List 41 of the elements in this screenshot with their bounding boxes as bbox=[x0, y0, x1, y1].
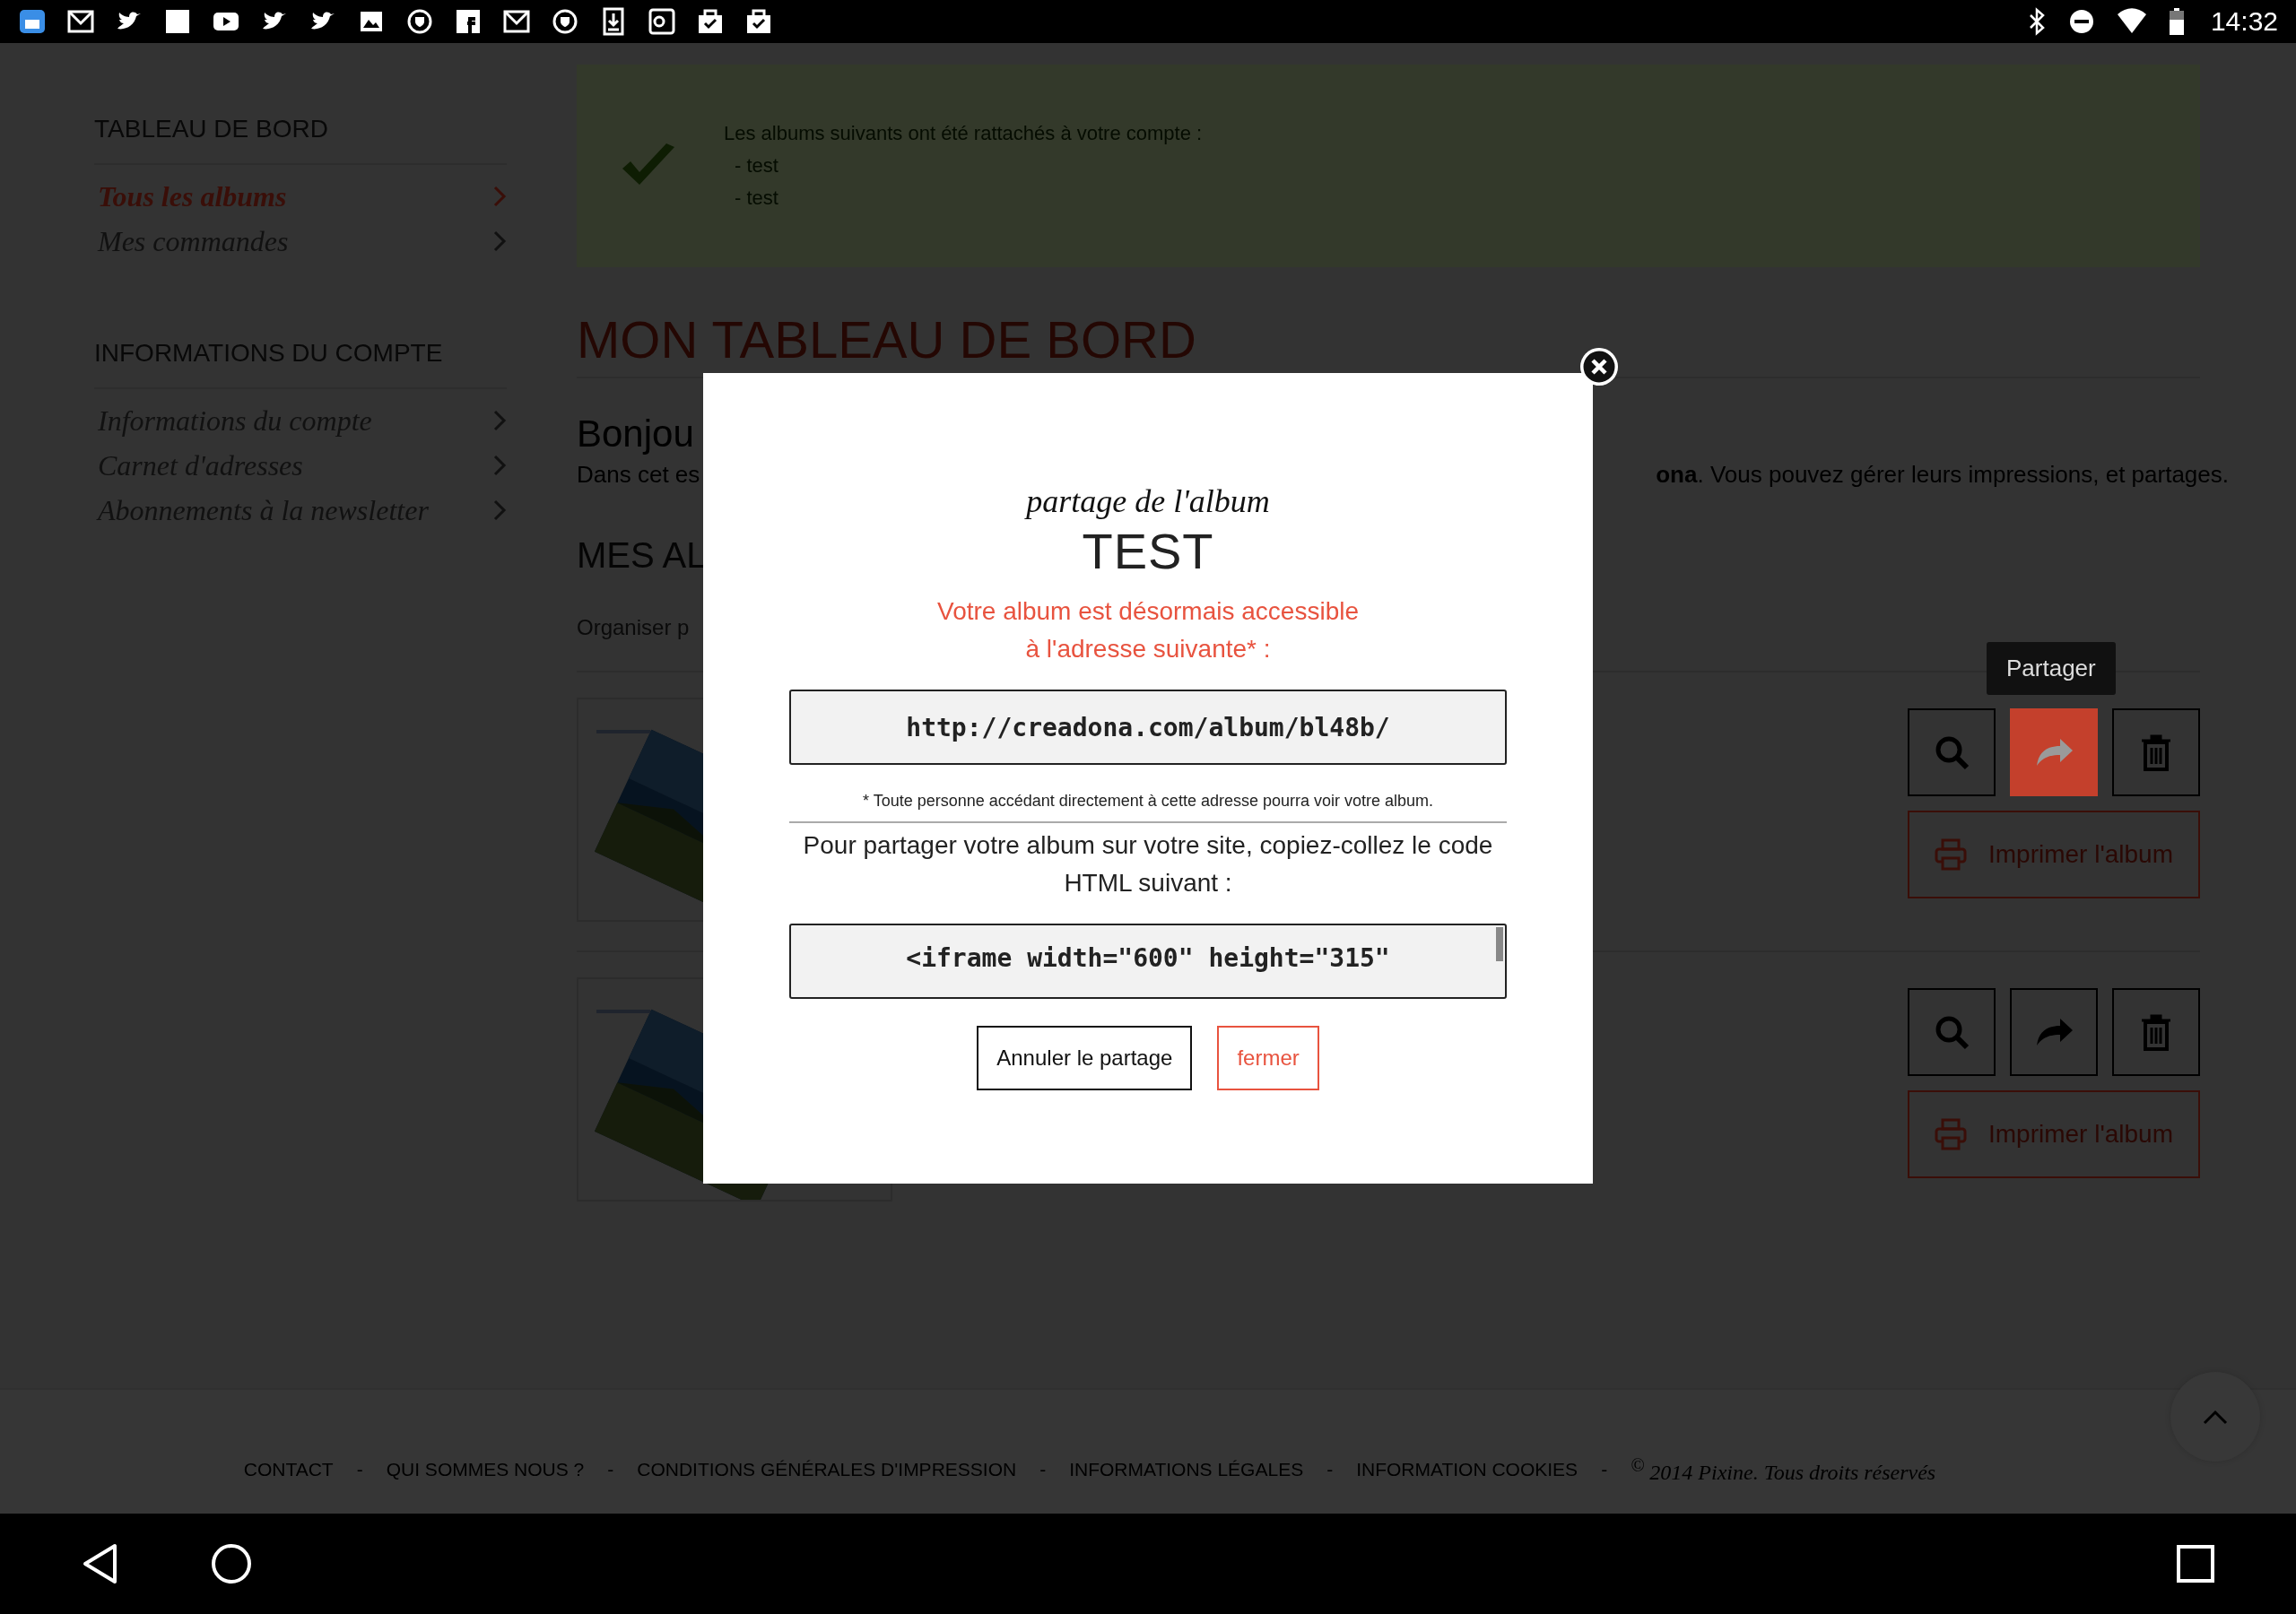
separator: - bbox=[1039, 1459, 1047, 1480]
delete-button[interactable] bbox=[2112, 708, 2200, 796]
share-button[interactable] bbox=[2010, 708, 2098, 796]
chevron-icon bbox=[492, 454, 507, 477]
chevron-icon bbox=[492, 499, 507, 522]
separator: - bbox=[607, 1459, 614, 1480]
close-button[interactable]: fermer bbox=[1217, 1026, 1319, 1090]
cancel-share-button[interactable]: Annuler le partage bbox=[977, 1026, 1193, 1090]
shield-icon bbox=[551, 7, 579, 36]
embed-instructions: Pour partager votre album sur votre site, copiez-collez le code HTML suivant : bbox=[802, 830, 1494, 898]
battery-icon bbox=[2167, 7, 2186, 36]
clock-time: 14:32 bbox=[2210, 6, 2278, 37]
tooltip: Partager bbox=[1987, 642, 2116, 695]
footnote: * Toute personne accédant directement à cette adresse pourra voir votre album. bbox=[789, 792, 1507, 823]
separator: - bbox=[1326, 1459, 1334, 1480]
separator: - bbox=[1601, 1459, 1608, 1480]
bag-icon bbox=[744, 7, 773, 36]
printer-icon bbox=[1934, 838, 1967, 871]
printer-icon bbox=[1934, 1118, 1967, 1150]
chevron-icon bbox=[492, 230, 507, 253]
modal-subtitle: partage de l'album bbox=[1026, 482, 1270, 520]
url-field[interactable]: http://creadona.com/album/bl48b/ bbox=[789, 690, 1507, 765]
separator: - bbox=[356, 1459, 363, 1480]
recents-icon[interactable] bbox=[2176, 1544, 2215, 1584]
home-icon[interactable] bbox=[210, 1542, 253, 1585]
album-name: TEST bbox=[1082, 522, 1214, 580]
square-icon bbox=[163, 7, 192, 36]
share-message: Votre album est désormais accessible à l'adresse suivante* : bbox=[937, 596, 1359, 664]
app-icon bbox=[18, 7, 47, 36]
square-icon bbox=[454, 7, 483, 36]
delete-button[interactable] bbox=[2112, 988, 2200, 1076]
search-button[interactable] bbox=[1908, 708, 1996, 796]
square-icon bbox=[648, 7, 676, 36]
share-button[interactable] bbox=[2010, 988, 2098, 1076]
chevron-up-icon bbox=[2202, 1408, 2229, 1426]
search-button[interactable] bbox=[1908, 988, 1996, 1076]
chevron-icon bbox=[492, 185, 507, 208]
embed-code-field[interactable]: <iframe width="600" height="315" bbox=[789, 924, 1507, 999]
chevron-icon bbox=[492, 409, 507, 432]
bag-icon bbox=[696, 7, 725, 36]
shield-icon bbox=[405, 7, 434, 36]
